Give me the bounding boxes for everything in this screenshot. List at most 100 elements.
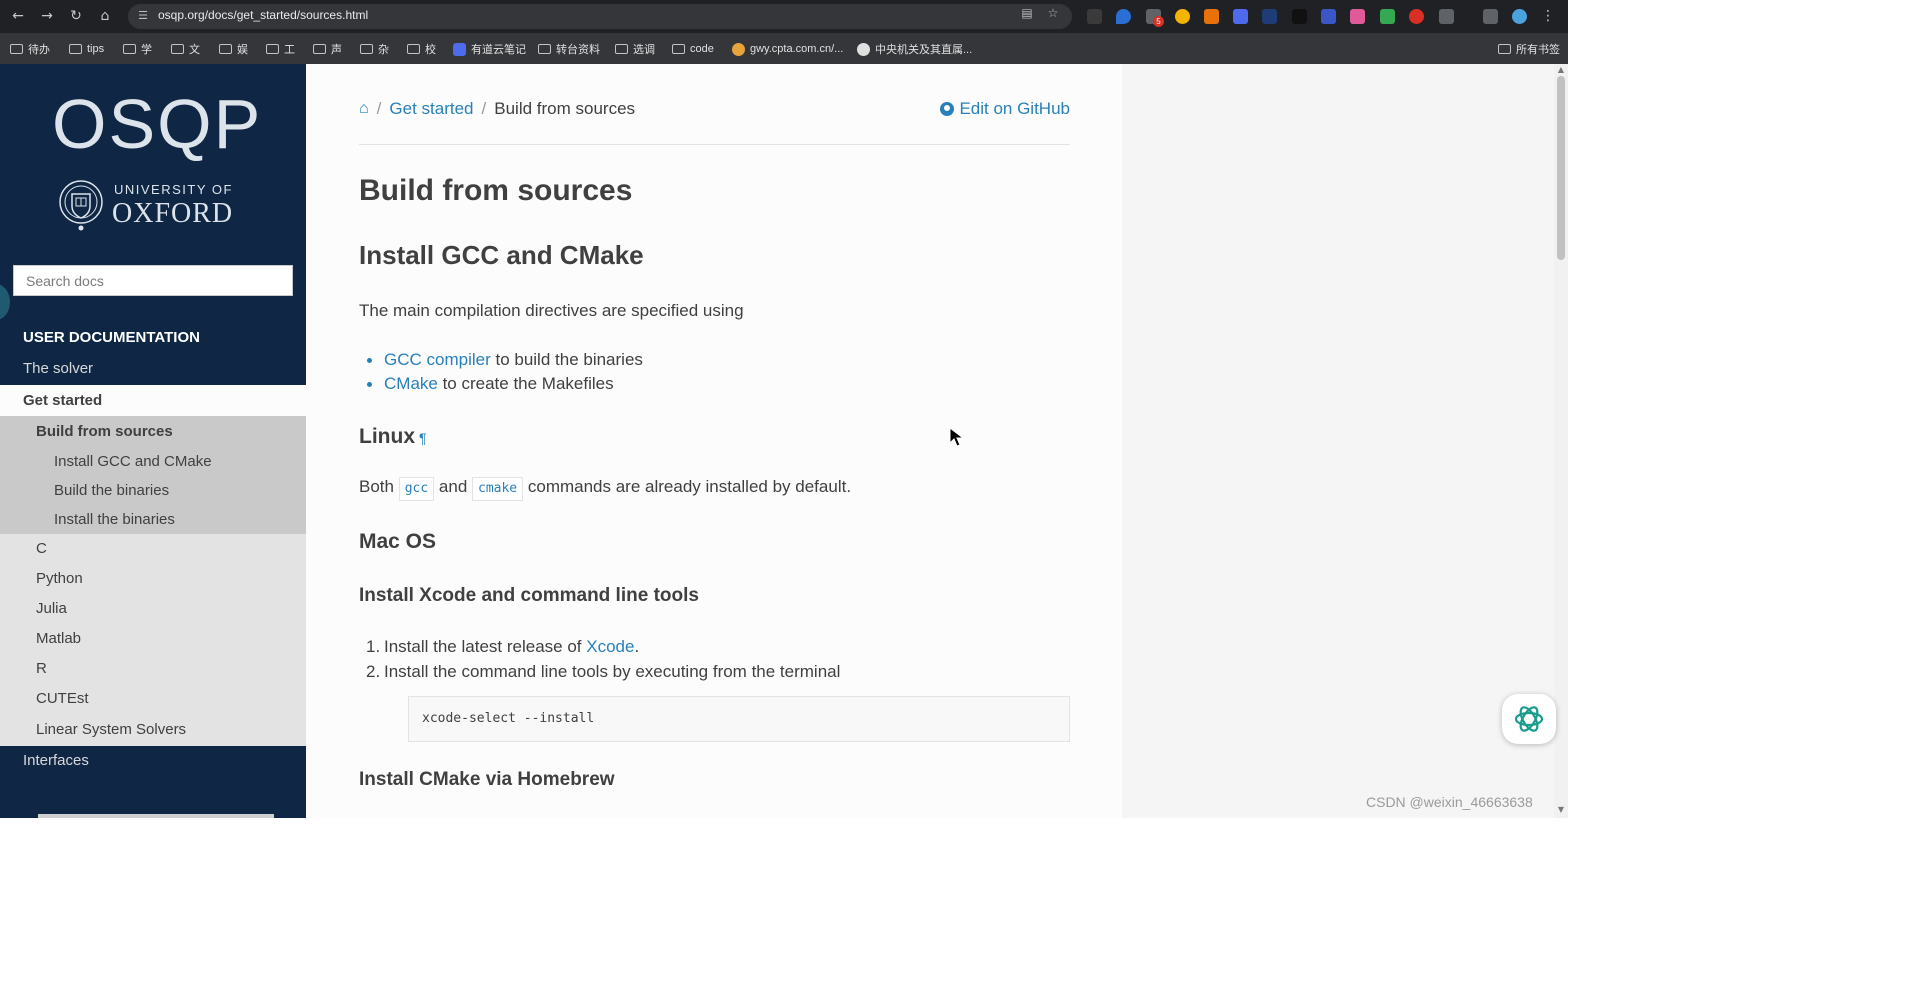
extension-badge: 5 — [1153, 16, 1164, 27]
bookmark-folder[interactable]: 待办 — [10, 41, 50, 57]
extensions-puzzle-icon[interactable] — [1439, 9, 1454, 24]
breadcrumb-get-started[interactable]: Get started — [389, 99, 473, 119]
sidebar-item-label[interactable]: Build from sources — [36, 423, 173, 440]
oxford-crest-icon — [59, 180, 103, 231]
sidebar-item-matlab[interactable]: Matlab — [36, 630, 81, 647]
xcode-link[interactable]: Xcode — [586, 637, 634, 656]
sidebar-item-the-solver[interactable]: The solver — [23, 360, 93, 377]
sidebar-item-r[interactable]: R — [36, 660, 47, 677]
step-item: Install the latest release of Xcode. — [384, 637, 640, 656]
step-number: 1. — [366, 637, 381, 656]
extension-icon[interactable] — [1380, 9, 1395, 24]
bookmark-folder[interactable]: tips — [69, 41, 104, 57]
bullet-dot — [367, 382, 372, 387]
list-item: GCC compiler to build the binaries — [384, 350, 643, 369]
oxford-text: OXFORD — [112, 198, 234, 229]
sidebar-item-linear-system-solvers[interactable]: Linear System Solvers — [36, 721, 186, 738]
search-docs-box[interactable] — [13, 265, 293, 296]
bookmark-folder[interactable]: 文 — [171, 41, 200, 57]
search-input[interactable] — [14, 266, 292, 295]
folder-icon — [219, 44, 232, 54]
permalink-icon[interactable]: ¶ — [419, 430, 427, 446]
bookmark-link[interactable]: gwy.cpta.com.cn/... — [732, 41, 843, 57]
extension-icon[interactable] — [1262, 9, 1277, 24]
inline-code-gcc: gcc — [398, 477, 435, 501]
site-info-icon[interactable]: ☰ — [136, 9, 150, 23]
extension-icon[interactable] — [1087, 9, 1102, 24]
scroll-up-icon[interactable]: ▲ — [1554, 64, 1568, 76]
bookmark-folder[interactable]: 选调 — [615, 41, 655, 57]
ai-assistant-button[interactable] — [1502, 694, 1556, 744]
folder-icon — [123, 44, 136, 54]
extension-icon[interactable] — [1116, 9, 1131, 24]
globe-icon — [857, 42, 870, 56]
home-icon[interactable]: ⌂ — [359, 100, 369, 118]
extension-icon[interactable] — [1292, 9, 1307, 24]
sidebar-item-cutest[interactable]: CUTEst — [36, 690, 89, 707]
horizontal-scroll-thumb[interactable] — [38, 814, 274, 818]
bookmark-link[interactable]: 中央机关及其直属... — [857, 41, 972, 57]
bookmark-folder[interactable]: 转台资料 — [538, 41, 600, 57]
page-gutter — [1122, 64, 1554, 818]
section-heading-install-cmake-homebrew: Install CMake via Homebrew — [359, 769, 615, 790]
section-heading-install-xcode: Install Xcode and command line tools — [359, 585, 699, 606]
step-number: 2. — [366, 662, 381, 681]
intro-text: The main compilation directives are spec… — [359, 301, 744, 320]
bookmark-folder[interactable]: 娱 — [219, 41, 248, 57]
sidebar-item-get-started[interactable]: Get started — [0, 385, 306, 416]
translate-icon[interactable]: ▤ — [1019, 5, 1035, 21]
extension-icon[interactable] — [1175, 9, 1190, 24]
bing-icon[interactable] — [1350, 9, 1365, 24]
scroll-thumb[interactable] — [1557, 76, 1565, 260]
sidebar-subitem-install-gcc[interactable]: Install GCC and CMake — [54, 453, 212, 470]
sidebar-item-c[interactable]: C — [36, 540, 47, 557]
home-icon[interactable]: ⌂ — [95, 6, 115, 26]
bookmark-star-icon[interactable]: ☆ — [1045, 5, 1061, 21]
breadcrumb-separator: / — [481, 99, 487, 118]
folder-icon — [313, 44, 326, 54]
sidebar-item-julia[interactable]: Julia — [36, 600, 67, 617]
extension-icon[interactable] — [1321, 9, 1336, 24]
edit-on-github-label: Edit on GitHub — [959, 99, 1070, 118]
url-text[interactable]: osqp.org/docs/get_started/sources.html — [158, 8, 368, 22]
cmake-link[interactable]: CMake — [384, 374, 438, 393]
all-bookmarks[interactable]: 所有书签 — [1498, 41, 1560, 57]
folder-icon — [672, 44, 685, 54]
bookmark-folder[interactable]: 声 — [313, 41, 342, 57]
bookmark-link[interactable]: 有道云笔记 — [453, 41, 526, 57]
folder-icon — [538, 44, 551, 54]
gcc-compiler-link[interactable]: GCC compiler — [384, 350, 491, 369]
browser-toolbar: ← → ↻ ⌂ ☰ osqp.org/docs/get_started/sour… — [0, 0, 1568, 33]
page-title: Build from sources — [359, 174, 633, 207]
osqp-logo[interactable]: OSQP — [52, 84, 262, 164]
sidebar-item-interfaces[interactable]: Interfaces — [0, 746, 306, 818]
sidebar-subitem-build-binaries[interactable]: Build the binaries — [54, 482, 169, 499]
extension-icon[interactable] — [1204, 9, 1219, 24]
reload-icon[interactable]: ↻ — [66, 6, 86, 26]
extension-icon[interactable] — [1233, 9, 1248, 24]
docs-sidebar: OSQP UNIVERSITY OF OXFORD USER DOCUMENTA… — [0, 64, 306, 818]
folder-icon — [266, 44, 279, 54]
forward-icon[interactable]: → — [37, 6, 57, 26]
bookmark-folder[interactable]: 杂 — [360, 41, 389, 57]
back-icon[interactable]: ← — [8, 6, 28, 26]
code-block[interactable]: xcode-select --install — [408, 696, 1070, 742]
scroll-down-icon[interactable]: ▼ — [1554, 804, 1568, 816]
vertical-scrollbar[interactable]: ▲ ▼ — [1554, 64, 1568, 818]
bookmark-folder[interactable]: code — [672, 41, 714, 57]
bookmark-folder[interactable]: 学 — [123, 41, 152, 57]
bookmark-folder[interactable]: 工 — [266, 41, 295, 57]
sidebar-item-python[interactable]: Python — [36, 570, 83, 587]
address-bar[interactable]: ☰ osqp.org/docs/get_started/sources.html — [128, 4, 1072, 29]
sidebar-item-build-from-sources: Build from sources Install GCC and CMake… — [0, 416, 306, 534]
side-panel-icon[interactable] — [1483, 9, 1498, 24]
openai-knot-icon — [1514, 706, 1544, 732]
sidebar-subitem-install-binaries[interactable]: Install the binaries — [54, 511, 175, 528]
bookmark-folder[interactable]: 校 — [407, 41, 436, 57]
watermark: CSDN @weixin_46663638 — [1366, 794, 1533, 810]
profile-avatar[interactable] — [1512, 9, 1527, 24]
step-item: Install the command line tools by execut… — [384, 662, 841, 681]
menu-icon[interactable]: ⋮ — [1538, 6, 1558, 26]
edit-on-github-link[interactable]: Edit on GitHub — [940, 99, 1070, 119]
adblock-icon[interactable] — [1409, 9, 1424, 24]
